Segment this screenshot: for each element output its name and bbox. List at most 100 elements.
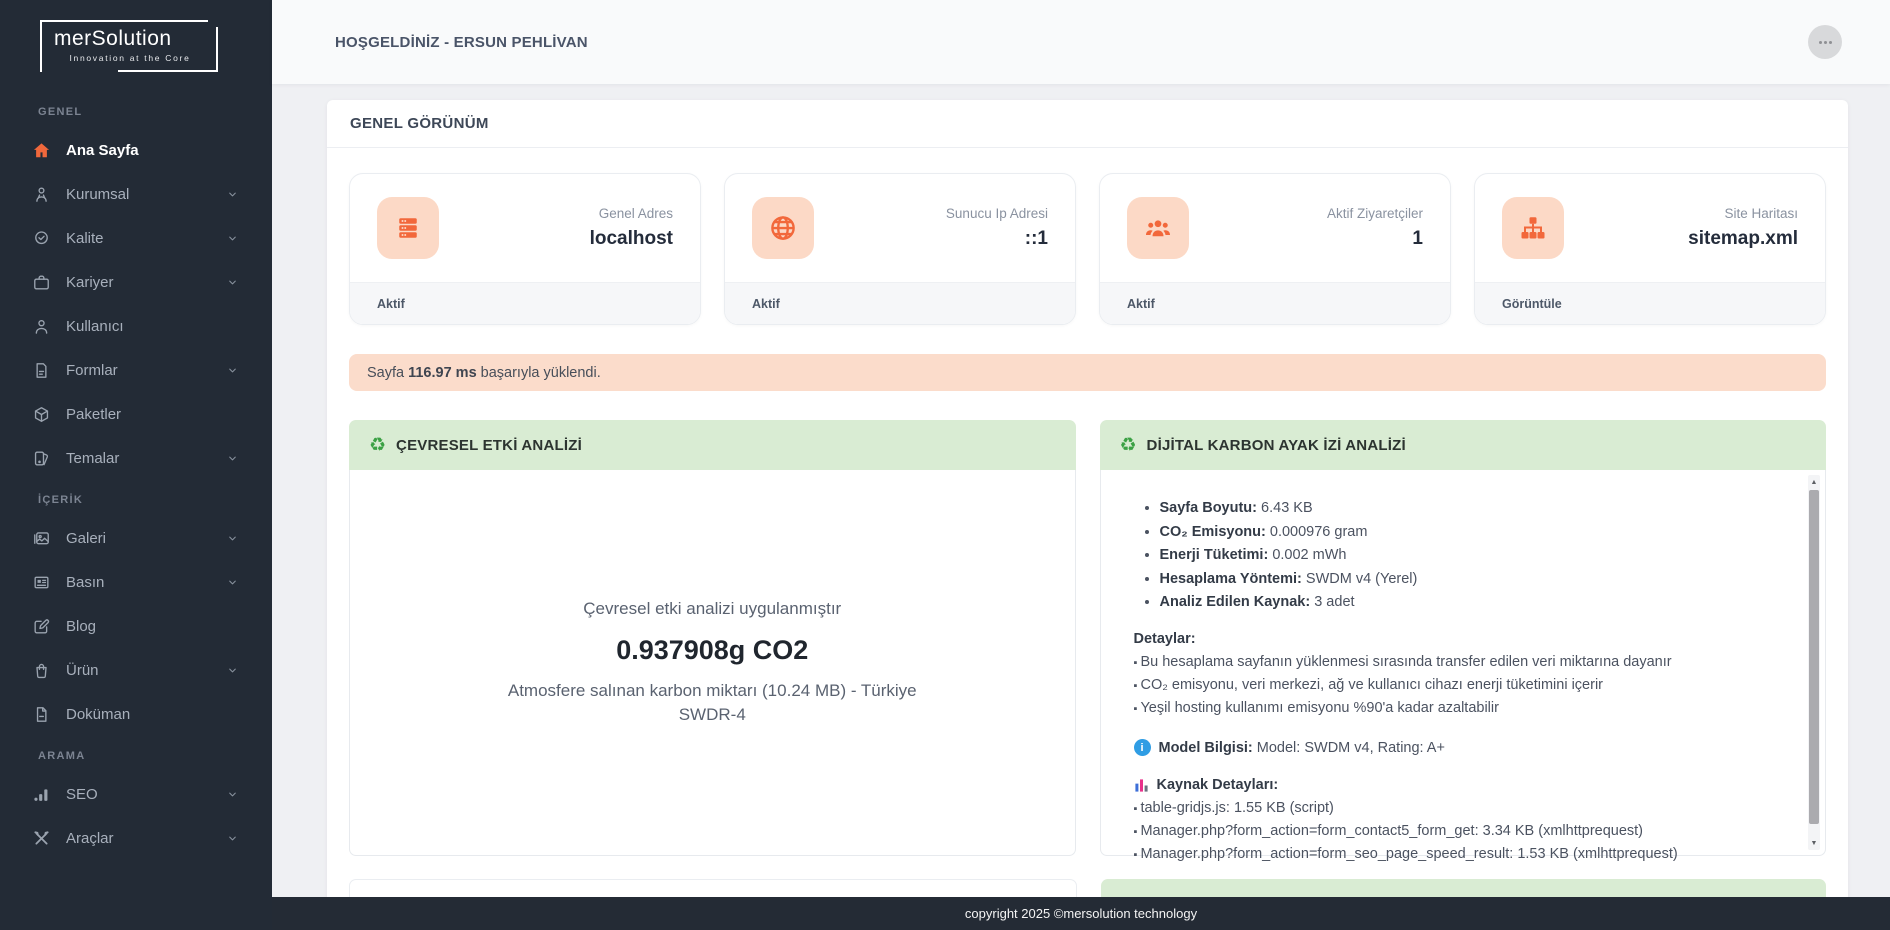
sidebar-section-arama: ARAMA: [38, 750, 86, 762]
card-label: Site Haritası: [1724, 206, 1798, 221]
sidebar-item-kalite[interactable]: Kalite: [0, 216, 272, 260]
sidebar-item-paketler[interactable]: Paketler: [0, 392, 272, 436]
carbon-panel-body: Sayfa Boyutu: 6.43 KB CO₂ Emisyonu: 0.00…: [1099, 470, 1826, 862]
environmental-panel-title: ÇEVRESEL ETKİ ANALİZİ: [396, 436, 582, 454]
sidebar: merSolution Innovation at the Core GENEL…: [0, 0, 272, 930]
seo-chart-icon: [31, 784, 51, 804]
sidebar-item-ana-sayfa[interactable]: Ana Sayfa: [0, 128, 272, 172]
sidebar-item-label: Kariyer: [66, 273, 114, 291]
copyright-text: copyright 2025 ©mersolution technology: [964, 906, 1198, 921]
footer: copyright 2025 ©mersolution technology: [272, 897, 1890, 930]
env-detail-text: Atmosfere salınan karbon miktarı (10.24 …: [507, 680, 917, 725]
sidebar-item-label: Ana Sayfa: [66, 141, 139, 159]
sidebar-item-label: Araçlar: [66, 829, 114, 847]
sidebar-item-blog[interactable]: Blog: [0, 604, 272, 648]
home-icon: [31, 140, 51, 160]
environmental-panel-header: ÇEVRESEL ETKİ ANALİZİ: [349, 420, 1076, 470]
chevron-down-icon: [227, 233, 238, 244]
stat-item: Hesaplama Yöntemi: SWDM v4 (Yerel): [1160, 571, 1780, 587]
themes-icon: [31, 448, 51, 468]
sidebar-item-label: Blog: [66, 617, 97, 635]
card-value: ::1: [1024, 228, 1048, 249]
carbon-panel-title: DİJİTAL KARBON AYAK İZİ ANALİZİ: [1146, 436, 1406, 454]
sidebar-item-kullanici[interactable]: Kullanıcı: [0, 304, 272, 348]
sidebar-item-formlar[interactable]: Formlar: [0, 348, 272, 392]
globe-icon: [752, 197, 814, 259]
resource-line: Manager.php?form_action=form_seo_page_sp…: [1134, 846, 1780, 862]
stat-item: CO₂ Emisyonu: 0.000976 gram: [1160, 524, 1780, 540]
environmental-panel: ÇEVRESEL ETKİ ANALİZİ Çevresel etki anal…: [349, 420, 1076, 856]
sidebar-item-seo[interactable]: SEO: [0, 772, 272, 816]
resources-title-row: Kaynak Detayları:: [1134, 777, 1780, 793]
card-genel-adres: Genel Adres localhost Aktif: [349, 173, 701, 325]
panel-scrollbar[interactable]: [1808, 475, 1820, 850]
card-value: 1: [1412, 228, 1423, 249]
recycle-icon: [1120, 436, 1137, 455]
card-label: Genel Adres: [598, 206, 673, 221]
detail-line: Bu hesaplama sayfanın yüklenmesi sırasın…: [1134, 654, 1780, 670]
sidebar-item-label: Basın: [66, 573, 105, 591]
stat-cards-row: Genel Adres localhost Aktif Sunucu Ip Ad…: [349, 173, 1826, 325]
chevron-down-icon: [227, 665, 238, 676]
sidebar-item-label: Paketler: [66, 405, 122, 423]
document-icon: [31, 704, 51, 724]
card-value: localhost: [589, 228, 673, 249]
card-footer-link[interactable]: Aktif: [725, 282, 1075, 324]
quality-badge-icon: [31, 228, 51, 248]
chevron-down-icon: [227, 277, 238, 288]
co2-amount: 0.937908g CO2: [616, 634, 809, 665]
card-footer-link[interactable]: Görüntüle: [1475, 282, 1825, 324]
user-icon: [31, 316, 51, 336]
alert-suffix: başarıyla yüklendi.: [480, 364, 601, 381]
press-icon: [31, 572, 51, 592]
ellipsis-icon[interactable]: [1808, 25, 1842, 59]
stat-item: Sayfa Boyutu: 6.43 KB: [1160, 500, 1780, 516]
sidebar-item-label: Kullanıcı: [66, 317, 124, 335]
next-panels-row: [349, 879, 1826, 897]
card-site-haritasi: Site Haritası sitemap.xml Görüntüle: [1474, 173, 1826, 325]
model-info-row: Model Bilgisi: Model: SWDM v4, Rating: A…: [1133, 739, 1780, 756]
sidebar-section-icerik: İÇERİK: [38, 494, 84, 506]
load-time-alert: Sayfa 116.97 ms başarıyla yüklendi.: [349, 354, 1826, 391]
sidebar-item-araclar[interactable]: Araçlar: [0, 816, 272, 860]
sidebar-item-label: Galeri: [66, 529, 107, 547]
sidebar-item-kariyer[interactable]: Kariyer: [0, 260, 272, 304]
chevron-down-icon: [227, 533, 238, 544]
sidebar-item-basin[interactable]: Basın: [0, 560, 272, 604]
sidebar-item-label: Ürün: [66, 661, 99, 679]
sidebar-item-label: Kurumsal: [66, 185, 130, 203]
scroll-up-arrow-icon[interactable]: [1808, 475, 1820, 489]
chevron-down-icon: [227, 189, 238, 200]
scrollbar-thumb[interactable]: [1809, 490, 1819, 824]
sidebar-item-dokuman[interactable]: Doküman: [0, 692, 272, 736]
resource-line: table-gridjs.js: 1.55 KB (script): [1134, 800, 1780, 816]
chevron-down-icon: [227, 577, 238, 588]
sidebar-section-genel: GENEL: [38, 106, 83, 118]
sidebar-item-label: SEO: [66, 785, 98, 803]
sidebar-item-kurumsal[interactable]: Kurumsal: [0, 172, 272, 216]
sidebar-item-galeri[interactable]: Galeri: [0, 516, 272, 560]
sidebar-item-temalar[interactable]: Temalar: [0, 436, 272, 480]
alert-load-time: 116.97 ms: [408, 364, 477, 381]
card-footer-link[interactable]: Aktif: [1100, 282, 1450, 324]
product-bag-icon: [31, 660, 51, 680]
card-value: sitemap.xml: [1688, 228, 1798, 249]
organization-icon: [31, 184, 51, 204]
sidebar-item-urun[interactable]: Ürün: [0, 648, 272, 692]
form-document-icon: [31, 360, 51, 380]
brand-tagline: Innovation at the Core: [69, 53, 191, 63]
card-sunucu-ip: Sunucu Ip Adresi ::1 Aktif: [724, 173, 1076, 325]
sidebar-item-label: Doküman: [66, 705, 131, 723]
gallery-icon: [31, 528, 51, 548]
detail-line: CO₂ emisyonu, veri merkezi, ağ ve kullan…: [1134, 677, 1780, 693]
briefcase-icon: [31, 272, 51, 292]
app-window: merSolution Innovation at the Core GENEL…: [0, 0, 1890, 930]
carbon-stats-list: Sayfa Boyutu: 6.43 KB CO₂ Emisyonu: 0.00…: [1160, 500, 1780, 610]
alert-prefix: Sayfa: [367, 364, 405, 381]
chevron-down-icon: [227, 365, 238, 376]
package-icon: [31, 404, 51, 424]
scroll-down-arrow-icon[interactable]: [1808, 836, 1820, 850]
bar-chart-icon: [1134, 778, 1149, 793]
server-icon: [377, 197, 439, 259]
card-footer-link[interactable]: Aktif: [350, 282, 700, 324]
